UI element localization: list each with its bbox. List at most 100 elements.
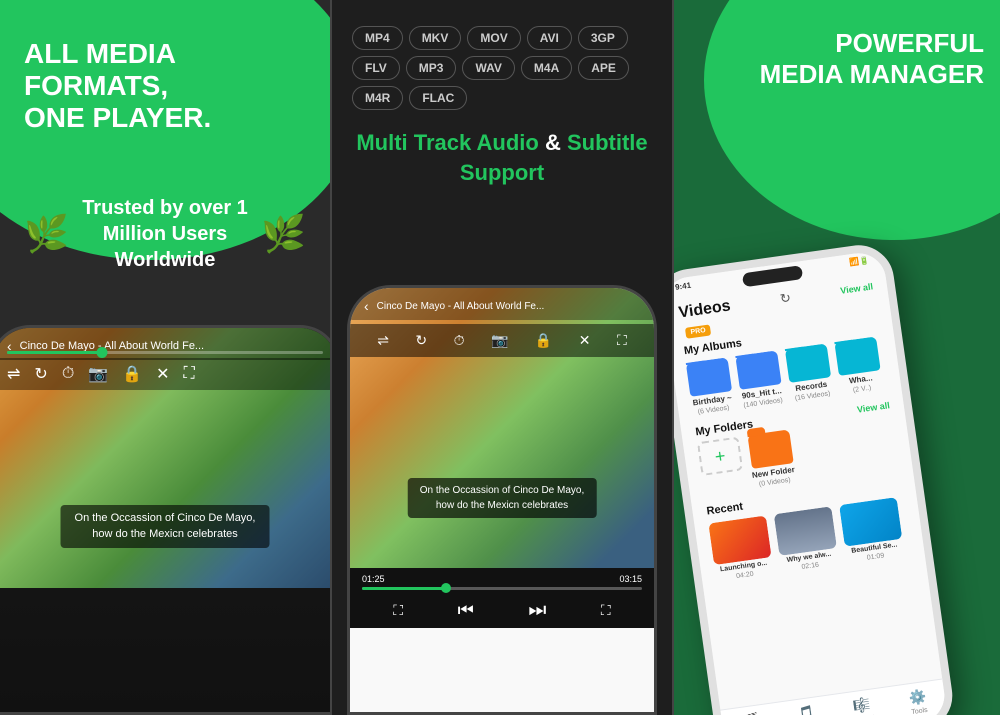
close-icon[interactable]: ✕	[156, 364, 169, 384]
player-controls-row: ⇌ ↻ ⏱ 📷 🔒 ✕ ⛶	[0, 358, 330, 390]
right-title: POWERFUL MEDIA MANAGER	[694, 28, 984, 90]
center-fullscreen-icon[interactable]: ⛶	[393, 602, 403, 619]
format-tags-container: MP4 MKV MOV AVI 3GP FLV MP3 WAV M4A APE …	[352, 26, 652, 110]
timer-icon[interactable]: ⏱	[62, 365, 74, 383]
timeline-scrubber[interactable]	[96, 347, 107, 358]
subtitle-green-text2: Subtitle	[567, 130, 648, 155]
center-phone-screen: ‹ Cinco De Mayo - All About World Fe... …	[350, 288, 654, 712]
timeline-progress	[7, 351, 102, 354]
recent-thumb-launching	[708, 515, 771, 565]
right-phone-screen: 9:41 📶🔋 Videos ↻ View all PRO My Albums	[674, 250, 948, 715]
album-90s: 90s_Hit t... (140 Videos)	[735, 350, 784, 409]
center-subtitle-caption: On the Occassion of Cinco De Mayo, how d…	[408, 478, 597, 518]
format-tag-flv: FLV	[352, 56, 400, 80]
trusted-text: Trusted by over 1 Million Users Worldwid…	[79, 195, 251, 273]
folder-add-item: +	[697, 436, 746, 495]
lock-icon[interactable]: 🔒	[122, 364, 142, 384]
recent-item-why: Why we alw... 02:16	[774, 506, 840, 573]
album-birthday: Birthday ~ (6 Videos)	[686, 357, 735, 416]
center-video-bg: ‹ Cinco De Mayo - All About World Fe... …	[350, 288, 654, 568]
center-player-bar: ‹ Cinco De Mayo - All About World Fe...	[350, 288, 654, 320]
center-timeline: 01:25 03:15	[350, 568, 654, 593]
music-nav-icon: 🎵	[796, 704, 816, 715]
laurel-left-icon: 🌿	[24, 213, 69, 255]
album-records: Records (16 Videos)	[785, 343, 834, 402]
album-count-wha: (2 V..)	[853, 385, 872, 394]
subtitle-caption: On the Occassion of Cinco De Mayo, how d…	[61, 505, 270, 548]
nav-music[interactable]: 🎵 Music	[795, 704, 817, 715]
recent-thumb-why	[774, 506, 837, 556]
folders-view-all[interactable]: View all	[856, 400, 890, 414]
center-expand-icon[interactable]: ⛶	[601, 602, 611, 619]
center-repeat-icon[interactable]: ↻	[415, 332, 427, 349]
folder-new: New Folder (0 Videos)	[746, 429, 796, 488]
center-timeline-track[interactable]	[362, 587, 642, 590]
playlist-nav-icon: 🎼	[852, 696, 872, 715]
right-content: POWERFUL MEDIA MANAGER	[674, 0, 1000, 90]
recent-thumb-beautiful	[839, 497, 902, 547]
refresh-icon[interactable]: ↻	[779, 290, 792, 307]
center-crop-icon[interactable]: ⛶	[617, 332, 627, 349]
view-all-link[interactable]: View all	[840, 281, 874, 295]
center-ffwd-btn[interactable]: ⏭	[528, 599, 546, 622]
camera-icon[interactable]: 📷	[88, 364, 108, 384]
format-tag-mp4: MP4	[352, 26, 403, 50]
recent-duration-launching: 04:20	[736, 571, 754, 580]
center-panel: MP4 MKV MOV AVI 3GP FLV MP3 WAV M4A APE …	[332, 0, 672, 715]
recent-item-launching: Launching o... 04:20	[708, 515, 774, 582]
folder-icon-wha	[834, 336, 880, 376]
settings-icon[interactable]: ⇌	[7, 364, 20, 384]
crop-icon[interactable]: ⛶	[184, 365, 195, 383]
videos-title: Videos	[678, 297, 732, 322]
nav-playlist[interactable]: 🎼 Playlist	[850, 695, 876, 715]
folder-icon-90s	[735, 350, 781, 390]
center-timer-icon[interactable]: ⏱	[454, 332, 465, 349]
format-tag-flac: FLAC	[409, 86, 467, 110]
format-tag-m4r: M4R	[352, 86, 403, 110]
center-phone-mockup: ‹ Cinco De Mayo - All About World Fe... …	[347, 285, 657, 715]
recent-duration-beautiful: 01:09	[866, 552, 884, 561]
center-lock-icon[interactable]: 🔒	[535, 332, 552, 349]
recent-duration-why: 02:16	[801, 562, 819, 571]
format-tag-mp3: MP3	[406, 56, 457, 80]
subtitle-conjunction: &	[539, 130, 567, 155]
video-background: ‹ Cinco De Mayo - All About World Fe... …	[0, 328, 330, 588]
add-folder-button[interactable]: +	[697, 436, 743, 476]
timeline-track[interactable]	[7, 351, 323, 354]
center-bottom-controls: ⛶ ⏮ ⏭ ⛶	[350, 593, 654, 628]
center-rewind-btn[interactable]: ⏮	[458, 600, 474, 621]
thumb-sunset-bg	[708, 515, 771, 565]
left-title: ALL MEDIA FORMATS, ONE PLAYER.	[24, 38, 306, 135]
subtitle-green-text: Multi Track Audio	[356, 130, 539, 155]
center-player-title: Cinco De Mayo - All About World Fe...	[377, 301, 640, 312]
center-time-current: 01:25	[362, 574, 385, 584]
format-tag-wav: WAV	[462, 56, 514, 80]
tools-nav-icon: ⚙️	[908, 688, 928, 707]
center-camera-icon[interactable]: 📷	[491, 332, 508, 349]
repeat-icon[interactable]: ↻	[34, 364, 47, 384]
right-panel: POWERFUL MEDIA MANAGER 9:41 📶🔋 Videos ↻	[674, 0, 1000, 715]
format-tag-ape: APE	[578, 56, 629, 80]
center-timeline-progress	[362, 587, 446, 590]
center-settings-icon[interactable]: ⇌	[377, 332, 389, 349]
left-phone-frame: ‹ Cinco De Mayo - All About World Fe... …	[0, 325, 330, 715]
center-scrubber[interactable]	[441, 583, 451, 593]
format-tag-avi: AVI	[527, 26, 572, 50]
center-controls-row: ⇌ ↻ ⏱ 📷 🔒 ✕ ⛶	[350, 324, 654, 357]
left-panel: ALL MEDIA FORMATS, ONE PLAYER. 🌿 Trusted…	[0, 0, 330, 715]
album-nav-icon: 🎬	[741, 711, 761, 715]
format-tag-mov: MOV	[467, 26, 520, 50]
format-tag-mkv: MKV	[409, 26, 462, 50]
laurel-right-icon: 🌿	[261, 213, 306, 255]
center-close-icon[interactable]: ✕	[579, 332, 591, 349]
status-icons: 📶🔋	[849, 256, 870, 268]
folder-icon-new	[747, 429, 793, 469]
center-back-icon[interactable]: ‹	[364, 298, 369, 314]
nav-tools[interactable]: ⚙️ Tools	[908, 688, 929, 715]
center-subtitle: Multi Track Audio & Subtitle Support	[352, 128, 652, 187]
bottom-navigation: 🎬 Album 🎵 Music 🎼 Playlist ⚙️ Tools	[720, 679, 948, 715]
right-phone-container: 9:41 📶🔋 Videos ↻ View all PRO My Albums	[674, 255, 1000, 715]
nav-album[interactable]: 🎬 Album	[739, 711, 762, 715]
subtitle-support-text: Support	[460, 160, 544, 185]
folder-icon-birthday	[686, 357, 732, 397]
